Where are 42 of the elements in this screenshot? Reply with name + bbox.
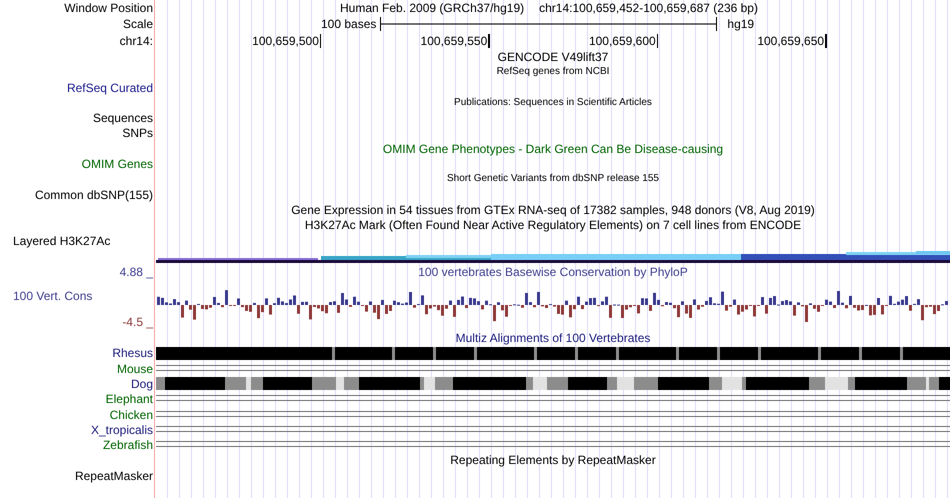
track-title: OMIM Gene Phenotypes - Dark Green Can Be Disease-causing: [382, 142, 724, 155]
tick-mark: [320, 34, 322, 48]
species-label[interactable]: Rhesus: [112, 347, 153, 360]
position-text: chr14:100,659,452-100,659,687 (236 bp): [539, 2, 758, 14]
assembly-title: Human Feb. 2009 (GRCh37/hg19): [340, 2, 524, 14]
track-caption: Short Genetic Variants from dbSNP release 155: [447, 174, 659, 184]
track-label[interactable]: RefSeq Curated: [66, 82, 153, 94]
track-title: 100 vertebrates Basewise Conservation by PhyloP: [418, 266, 688, 278]
tick-label: 100,659,650: [757, 34, 824, 47]
chromosome-label: chr14:: [120, 34, 153, 47]
assembly-label: hg19: [727, 18, 754, 30]
species-label[interactable]: X_tropicalis: [90, 424, 153, 436]
tick-mark: [488, 34, 490, 48]
tick-mark: [656, 34, 658, 48]
species-label[interactable]: Chicken: [110, 408, 153, 421]
track-caption: Publications: Sequences in Scientific Articles: [454, 98, 652, 108]
track-caption: RefSeq genes from NCBI: [496, 67, 610, 78]
axis-min-label: -4.5 _: [122, 316, 153, 328]
axis-max-label: 4.88 _: [120, 266, 153, 278]
track-label[interactable]: OMIM Genes: [82, 158, 153, 170]
species-label[interactable]: Mouse: [116, 362, 153, 375]
track-label: Scale: [122, 18, 153, 30]
track-label: Window Position: [64, 2, 153, 14]
track-label[interactable]: Sequences: [92, 112, 153, 124]
tick-label: 100,659,500: [252, 34, 319, 47]
track-label[interactable]: Common dbSNP(155): [34, 188, 153, 201]
track-title: H3K27Ac Mark (Often Found Near Active Regulatory Elements) on 7 cell lines from ENCODE: [304, 219, 802, 232]
track-label[interactable]: SNPs: [122, 127, 153, 140]
track-label[interactable]: 100 Vert. Cons: [13, 290, 92, 302]
track-title: Repeating Elements by RepeatMasker: [450, 454, 656, 466]
track-title: Gene Expression in 54 tissues from GTEx RNA-seq of 17382 samples, 948 donors (V8, Aug 2019): [291, 204, 815, 216]
tick-label: 100,659,550: [420, 34, 488, 47]
track-label[interactable]: Layered H3K27Ac: [13, 234, 110, 246]
species-label[interactable]: Zebrafish: [102, 439, 153, 452]
track-title: Multiz Alignments of 100 Vertebrates: [456, 332, 650, 344]
tick-label: 100,659,600: [588, 34, 656, 47]
scale-text: 100 bases: [321, 18, 376, 30]
species-label[interactable]: Elephant: [106, 393, 153, 406]
track-label[interactable]: RepeatMasker: [74, 470, 153, 482]
track-title: GENCODE V49lift37: [498, 50, 608, 63]
tick-mark: [825, 34, 827, 48]
species-label[interactable]: Dog: [130, 378, 153, 390]
